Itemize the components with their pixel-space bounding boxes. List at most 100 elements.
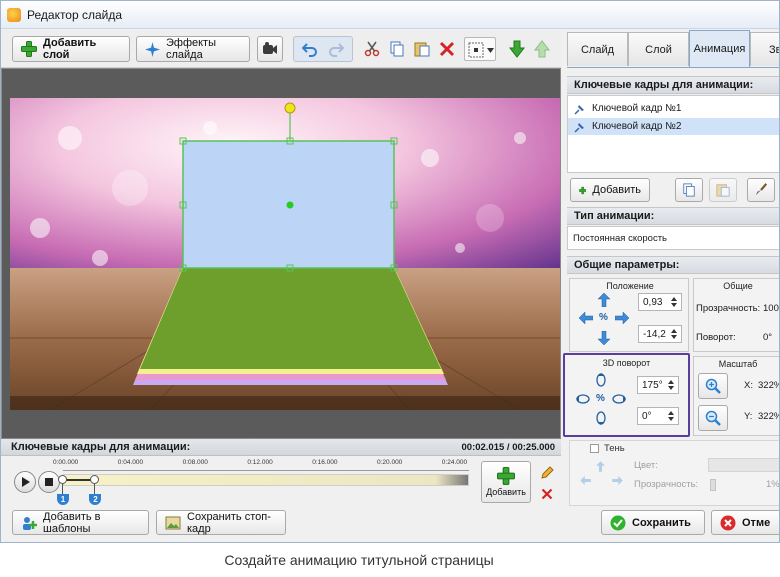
list-item[interactable]: Ключевой кадр №1 [568,100,779,117]
zoom-out-button[interactable] [698,405,728,431]
play-button[interactable] [14,471,36,493]
tab-sound[interactable]: Зв [750,32,779,66]
slide-canvas[interactable] [10,98,560,410]
center-percent-button[interactable]: % [595,309,612,326]
keyframe-marker[interactable]: 2 [89,472,102,506]
delete-keyframe-button[interactable] [535,482,559,506]
tab-animation[interactable]: Анимация [689,30,750,67]
marker-handle [58,475,67,484]
move-up-button[interactable] [595,291,612,308]
paste-icon [716,184,730,197]
brush-icon [755,183,768,196]
save-frame-button[interactable]: Сохранить стоп-кадр [156,510,286,535]
marker-stem [62,484,63,494]
shadow-checkbox[interactable] [590,444,599,453]
preview-button[interactable] [257,36,283,62]
rotation-handle[interactable] [284,102,296,114]
add-to-templates-button[interactable]: Добавить в шаблоны [12,510,149,535]
list-item[interactable]: Ключевой кадр №2 [568,118,779,135]
add-keyframe-button[interactable]: Добавить [570,178,650,202]
rotate-3d-b-input[interactable]: 0° [637,407,679,425]
align-dropdown[interactable] [464,37,496,61]
tab-layer[interactable]: Слой [628,32,689,66]
zoom-in-button[interactable] [698,373,728,399]
timeline-add-label: Добавить [486,487,526,497]
move-down-button[interactable] [595,329,612,346]
rotate-down-button[interactable] [592,409,609,426]
brush-button[interactable] [747,178,775,202]
slide-effects-button[interactable]: Эффекты слайда [136,36,250,62]
arrow-left-icon [578,311,593,324]
keyframe-marker[interactable]: 1 [57,472,69,506]
rotate-vertical-icon [595,410,606,425]
paste-button[interactable] [410,37,434,61]
scale-x-value[interactable]: 322% [758,380,779,391]
delete-button[interactable] [435,37,459,61]
keyframe-markers: 12 [57,459,469,507]
position-x-input[interactable]: 0,93 [638,293,682,311]
check-circle-icon [610,515,626,531]
save-frame-label: Сохранить стоп-кадр [187,510,271,535]
position-title: Положение [606,281,654,291]
sparkle-icon [145,41,160,57]
rotate-right-button[interactable] [610,390,627,407]
arrow-left-icon [580,476,591,485]
cancel-circle-icon [720,515,736,531]
rotate-up-button[interactable] [592,371,609,388]
stop-icon [45,478,53,486]
scale-y-value[interactable]: 322% [758,411,779,422]
shadow-color-label: Цвет: [634,460,658,471]
shadow-opacity-label: Прозрачность: [634,479,699,490]
plus-icon [579,186,587,194]
add-layer-button[interactable]: Добавить слой [12,36,130,62]
spinner-arrows-icon [668,411,674,421]
move-down-button[interactable] [505,37,529,61]
keyframes-panel-header: Ключевые кадры для анимации: [567,76,779,94]
redo-button[interactable] [324,37,348,61]
arrow-down-icon [508,40,526,58]
timeline-title: Ключевые кадры для анимации: [11,441,191,453]
undo-button[interactable] [298,37,322,61]
cut-button[interactable] [360,37,384,61]
scissors-icon [364,41,380,57]
shadow-opacity-slider[interactable] [710,479,716,491]
paste-icon [414,42,430,57]
move-left-button[interactable] [577,309,594,326]
copy-keyframe-button[interactable] [675,178,703,202]
animation-type-select[interactable]: Постоянная скорость [567,226,779,250]
opacity-value[interactable]: 100% [763,303,779,314]
keyframe-label: Ключевой кадр №2 [592,121,682,132]
shadow-label: Тень [604,443,625,454]
canvas-area [1,68,561,439]
rotation-value[interactable]: 0° [763,332,772,343]
rotate-left-button[interactable] [574,390,591,407]
position-y-input[interactable]: -14,2 [638,325,682,343]
scale-group: Масштаб X: 322% Y: 322% [693,356,779,436]
move-up-button[interactable] [530,37,554,61]
window-title: Редактор слайда [27,8,123,22]
rotate-reset-button[interactable]: % [592,390,609,407]
arrow-up-icon [596,461,605,472]
paste-keyframe-button[interactable] [709,178,737,202]
copy-button[interactable] [385,37,409,61]
rotate-3d-group: 3D поворот % 175° 0° [563,353,690,437]
caption-strip: Создайте анимацию титульной страницы [0,543,718,577]
timeline-ruler[interactable]: 0:00.000 0:04.000 0:08.000 0:12.000 0:16.000… [53,459,469,507]
rotate-3d-a-input[interactable]: 175° [637,376,679,394]
shadow-arrows [574,461,624,501]
save-button[interactable]: Сохранить [601,510,705,535]
timeline-add-keyframe-button[interactable]: Добавить [481,461,531,503]
keyframes-list: Ключевой кадр №1 Ключевой кадр №2 [567,95,779,173]
cancel-button[interactable]: Отме [711,510,779,535]
tab-slide[interactable]: Слайд [567,32,628,66]
shadow-color-picker[interactable] [708,458,779,472]
center-point[interactable] [286,201,294,209]
move-right-button[interactable] [613,309,630,326]
arrow-up-icon [533,40,551,58]
spinner-arrows-icon [671,329,677,339]
arrow-right-icon [614,311,629,324]
zoom-in-icon [705,378,721,394]
pencil-icon [541,466,554,479]
general-params-header: Общие параметры: [567,256,779,274]
right-panel: Слайд Слой Анимация Зв Ключевые кадры дл… [563,30,779,506]
